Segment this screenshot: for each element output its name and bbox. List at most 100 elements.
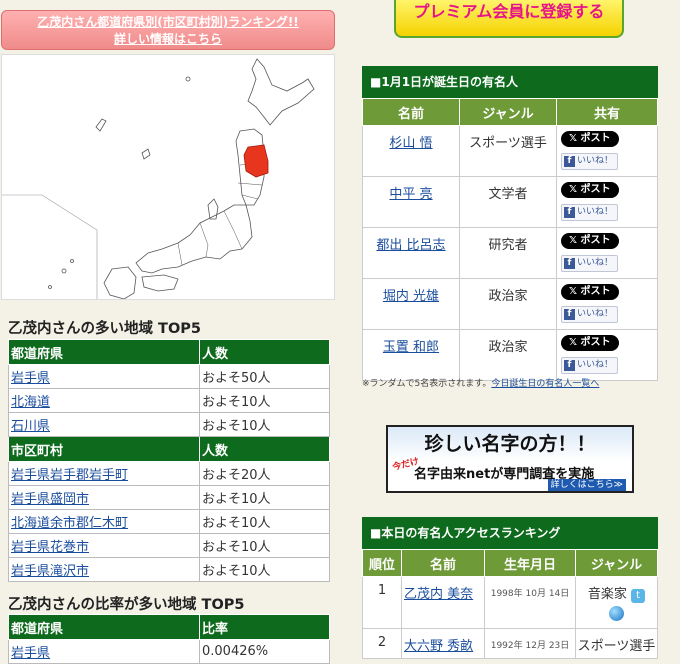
table-row: 堀内 光雄 政治家 𝕏 ポスト f いいね！ [362,278,658,330]
pref-link[interactable]: 北海道 [11,395,50,410]
island-rebun [185,76,191,82]
acc-col-name: 名前 [401,549,485,577]
city-count: およそ10人 [199,533,330,558]
ratio-table: 都道府県 比率 岩手県 0.00426% [8,614,330,664]
table-row: 北海道余市郡仁木町 およそ10人 [8,509,330,534]
acc-col-birth: 生年月日 [484,549,576,577]
famous-name-link[interactable]: 玉置 和郎 [383,340,439,355]
access-genre: 音楽家 [587,587,627,602]
acc-col-rank: 順位 [362,549,402,577]
famous-genre: スポーツ選手 [459,125,557,177]
famous-name-link[interactable]: 堀内 光雄 [383,289,439,304]
facebook-like-button[interactable]: f いいね！ [561,306,619,323]
random-note-text: ※ランダムで5名表示されます。 [362,379,492,389]
city-link[interactable]: 北海道余市郡仁木町 [11,516,128,531]
x-post-button[interactable]: 𝕏 ポスト [561,131,619,147]
access-genre: スポーツ選手 [575,628,658,659]
col-genre: ジャンル [459,98,557,126]
twitter-icon[interactable]: t [631,589,646,603]
kyushu [103,266,137,300]
city-count-header: 人数 [199,436,330,462]
table-row: 岩手県 0.00426% [8,639,330,664]
prefecture-header-row: 都道府県 人数 [8,339,330,365]
premium-signup-button[interactable]: プレミアム会員に登録する [394,0,624,38]
pref-header: 都道府県 [8,339,200,365]
pref-link[interactable]: 岩手県 [11,371,50,386]
top5-title: 乙茂内さんの多い地域 TOP5 [8,321,201,337]
access-ranking-table: 順位 名前 生年月日 ジャンル 1 乙茂内 美奈 1998年 10月 14日 音… [362,549,658,659]
facebook-like-button[interactable]: f いいね！ [561,153,619,170]
city-count: およそ10人 [199,485,330,510]
birthday-table: 名前 ジャンル 共有 杉山 悟 スポーツ選手 𝕏 ポスト f いいね！ 中平 亮 … [362,98,658,381]
table-row: 岩手県 およそ50人 [8,364,330,389]
island-okinawa-1 [61,268,67,274]
famous-genre: 研究者 [459,227,557,279]
city-count: およそ20人 [199,461,330,486]
inset-border [2,194,98,299]
ratio-title: 乙茂内さんの比率が多い地域 TOP5 [8,597,245,613]
ad-more: 詳しくはこちら≫ [547,479,626,491]
hokkaido [247,58,315,126]
japan-map[interactable] [1,54,335,300]
x-post-button[interactable]: 𝕏 ポスト [561,284,619,300]
premium-label: プレミアム会員に登録する [413,2,605,21]
ratio-header: 比率 [199,614,330,640]
noto [207,198,219,220]
access-rank: 2 [362,628,402,659]
birthday-header-row: 名前 ジャンル 共有 [362,98,658,126]
ratio-pref-header: 都道府県 [8,614,200,640]
island-sado [95,118,107,132]
shikoku [141,274,179,292]
ranking-banner-link[interactable]: 詳しい情報はこちら [2,31,334,48]
facebook-like-button[interactable]: f いいね！ [561,204,619,221]
pref-link[interactable]: 石川県 [11,419,50,434]
iwate-highlight [243,144,269,178]
facebook-icon: f [564,207,575,218]
ad-headline: 珍しい名字の方！！ [388,427,632,461]
facebook-like-button[interactable]: f いいね！ [561,357,619,374]
access-name-link[interactable]: 乙茂内 美奈 [404,587,473,602]
famous-genre: 政治家 [459,278,557,330]
table-row: 北海道 およそ10人 [8,388,330,413]
famous-name-link[interactable]: 杉山 悟 [389,136,432,151]
table-row: 岩手県盛岡市 およそ10人 [8,485,330,510]
access-ranking-title: ■本日の有名人アクセスランキング [362,517,658,549]
city-link[interactable]: 岩手県滝沢市 [11,564,89,579]
rare-surname-ad[interactable]: 珍しい名字の方！！ 今だけ 名字由来netが専門調査を実施 詳しくはこちら≫ [386,425,634,493]
access-header-row: 順位 名前 生年月日 ジャンル [362,549,658,577]
table-row: 岩手県岩手郡岩手町 およそ20人 [8,461,330,486]
city-count: およそ10人 [199,509,330,534]
famous-genre: 政治家 [459,329,557,381]
access-birth: 1998年 10月 14日 [484,576,576,629]
ranking-banner[interactable]: 乙茂内さん都道府県別(市区町村別)ランキング!! 詳しい情報はこちら [1,10,335,50]
table-row: 都出 比呂志 研究者 𝕏 ポスト f いいね！ [362,227,658,279]
globe-icon[interactable] [609,606,624,621]
birthday-list-link[interactable]: 今日誕生日の有名人一覧へ [491,379,599,389]
city-link[interactable]: 岩手県盛岡市 [11,492,89,507]
facebook-icon: f [564,360,575,371]
city-header-row: 市区町村 人数 [8,436,330,462]
table-row: 杉山 悟 スポーツ選手 𝕏 ポスト f いいね！ [362,125,658,177]
x-post-button[interactable]: 𝕏 ポスト [561,335,619,351]
col-name: 名前 [362,98,460,126]
island-okinawa-3 [48,285,52,289]
famous-name-link[interactable]: 都出 比呂志 [376,238,445,253]
random-note: ※ランダムで5名表示されます。今日誕生日の有名人一覧へ [362,376,599,389]
x-post-button[interactable]: 𝕏 ポスト [561,233,619,249]
acc-col-genre: ジャンル [575,549,658,577]
access-name-link[interactable]: 大六野 秀畝 [404,639,473,654]
city-link[interactable]: 岩手県岩手郡岩手町 [11,468,128,483]
city-link[interactable]: 岩手県花巻市 [11,540,89,555]
table-row: 玉置 和郎 政治家 𝕏 ポスト f いいね！ [362,329,658,381]
famous-name-link[interactable]: 中平 亮 [389,187,432,202]
facebook-like-button[interactable]: f いいね！ [561,255,619,272]
x-post-button[interactable]: 𝕏 ポスト [561,182,619,198]
count-header: 人数 [199,339,330,365]
table-row: 2 大六野 秀畝 1992年 12月 23日 スポーツ選手 [362,628,658,659]
city-header: 市区町村 [8,436,200,462]
pref-count: およそ50人 [199,364,330,389]
ranking-banner-title: 乙茂内さん都道府県別(市区町村別)ランキング!! [37,15,299,29]
table-row: 中平 亮 文学者 𝕏 ポスト f いいね！ [362,176,658,228]
ratio-header-row: 都道府県 比率 [8,614,330,640]
pref-count: およそ10人 [199,388,330,413]
